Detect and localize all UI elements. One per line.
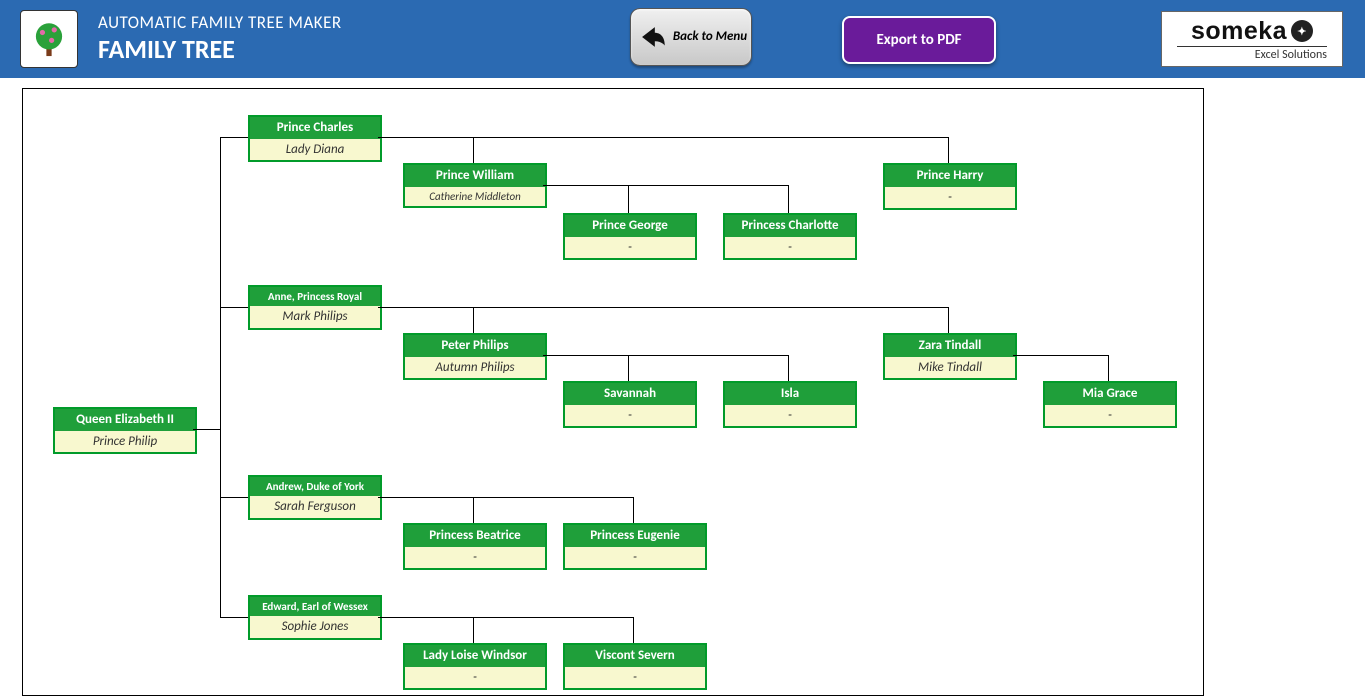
spouse-name: Prince Philip: [55, 431, 195, 453]
node-charles[interactable]: Prince Charles Lady Diana: [248, 115, 382, 162]
connector: [628, 355, 629, 381]
spouse-name: -: [885, 187, 1015, 209]
person-name: Princess Charlotte: [725, 215, 855, 237]
node-andrew[interactable]: Andrew, Duke of York Sarah Ferguson: [248, 475, 382, 520]
person-name: Edward, Earl of Wessex: [250, 597, 380, 616]
back-button-label: Back to Menu: [673, 30, 747, 44]
node-beatrice[interactable]: Princess Beatrice -: [403, 523, 547, 570]
connector: [220, 137, 248, 138]
person-name: Queen Elizabeth II: [55, 409, 195, 431]
header-titles: AUTOMATIC FAMILY TREE MAKER FAMILY TREE: [98, 13, 342, 65]
spouse-name: -: [725, 405, 855, 427]
person-name: Prince Charles: [250, 117, 380, 139]
person-name: Anne, Princess Royal: [250, 287, 380, 306]
person-name: Prince Harry: [885, 165, 1015, 187]
spouse-name: -: [565, 237, 695, 259]
connector: [473, 137, 474, 163]
node-edward[interactable]: Edward, Earl of Wessex Sophie Jones: [248, 595, 382, 640]
spouse-name: -: [1045, 405, 1175, 427]
spouse-name: Autumn Philips: [405, 357, 545, 379]
spouse-name: Mark Philips: [250, 306, 380, 328]
connector: [378, 617, 633, 618]
node-louise[interactable]: Lady Loise Windsor -: [403, 643, 547, 690]
tree-canvas: Queen Elizabeth II Prince Philip Prince …: [23, 89, 1203, 695]
node-george[interactable]: Prince George -: [563, 213, 697, 260]
node-harry[interactable]: Prince Harry -: [883, 163, 1017, 210]
node-peter[interactable]: Peter Philips Autumn Philips: [403, 333, 547, 380]
connector: [220, 137, 221, 617]
person-name: Andrew, Duke of York: [250, 477, 380, 496]
tree-frame: Queen Elizabeth II Prince Philip Prince …: [22, 88, 1204, 696]
person-name: Peter Philips: [405, 335, 545, 357]
person-name: Mia Grace: [1045, 383, 1175, 405]
header-bar: AUTOMATIC FAMILY TREE MAKER FAMILY TREE …: [0, 0, 1365, 78]
node-root[interactable]: Queen Elizabeth II Prince Philip: [53, 407, 197, 454]
export-button-label: Export to PDF: [876, 31, 961, 49]
connector: [543, 185, 788, 186]
spouse-name: -: [725, 237, 855, 259]
header-title: FAMILY TREE: [98, 34, 342, 65]
connector: [633, 617, 634, 643]
connector: [543, 355, 788, 356]
person-name: Isla: [725, 383, 855, 405]
person-name: Lady Loise Windsor: [405, 645, 545, 667]
spouse-name: -: [405, 547, 545, 569]
person-name: Princess Beatrice: [405, 525, 545, 547]
connector: [220, 307, 248, 308]
spouse-name: Mike Tindall: [885, 357, 1015, 379]
node-mia[interactable]: Mia Grace -: [1043, 381, 1177, 428]
spouse-name: -: [565, 547, 705, 569]
node-william[interactable]: Prince William Catherine Middleton: [403, 163, 547, 208]
person-name: Savannah: [565, 383, 695, 405]
someka-logo: someka ✦ Excel Solutions: [1161, 11, 1343, 67]
spouse-name: Lady Diana: [250, 139, 380, 161]
connector: [1108, 355, 1109, 381]
spouse-name: -: [565, 405, 695, 427]
spouse-name: Sarah Ferguson: [250, 496, 380, 518]
spouse-name: -: [405, 667, 545, 689]
node-charlotte[interactable]: Princess Charlotte -: [723, 213, 857, 260]
connector: [633, 497, 634, 523]
connector: [220, 617, 248, 618]
person-name: Zara Tindall: [885, 335, 1015, 357]
connector: [1013, 355, 1108, 356]
node-severn[interactable]: Viscont Severn -: [563, 643, 707, 690]
person-name: Viscont Severn: [565, 645, 705, 667]
connector: [378, 497, 633, 498]
connector: [473, 617, 474, 643]
logo-brand-text: someka: [1191, 17, 1287, 46]
connector: [788, 185, 789, 213]
connector: [378, 137, 948, 138]
spouse-name: Catherine Middleton: [405, 187, 545, 206]
connector: [948, 137, 949, 163]
person-name: Princess Eugenie: [565, 525, 705, 547]
node-eugenie[interactable]: Princess Eugenie -: [563, 523, 707, 570]
export-pdf-button[interactable]: Export to PDF: [842, 16, 996, 64]
connector: [948, 307, 949, 333]
connector: [473, 497, 474, 523]
connector: [473, 307, 474, 333]
node-anne[interactable]: Anne, Princess Royal Mark Philips: [248, 285, 382, 330]
spouse-name: Sophie Jones: [250, 616, 380, 638]
header-subtitle: AUTOMATIC FAMILY TREE MAKER: [98, 13, 342, 33]
spouse-name: -: [565, 667, 705, 689]
logo-tagline: Excel Solutions: [1177, 46, 1327, 62]
back-to-menu-button[interactable]: Back to Menu: [630, 8, 752, 66]
node-isla[interactable]: Isla -: [723, 381, 857, 428]
connector: [788, 355, 789, 381]
person-name: Prince George: [565, 215, 695, 237]
node-savannah[interactable]: Savannah -: [563, 381, 697, 428]
connector: [220, 497, 248, 498]
logo-dot-icon: ✦: [1291, 20, 1313, 42]
connector: [628, 185, 629, 213]
person-name: Prince William: [405, 165, 545, 187]
tree-icon: [20, 10, 78, 68]
connector: [378, 307, 948, 308]
node-zara[interactable]: Zara Tindall Mike Tindall: [883, 333, 1017, 380]
connector: [193, 429, 221, 430]
